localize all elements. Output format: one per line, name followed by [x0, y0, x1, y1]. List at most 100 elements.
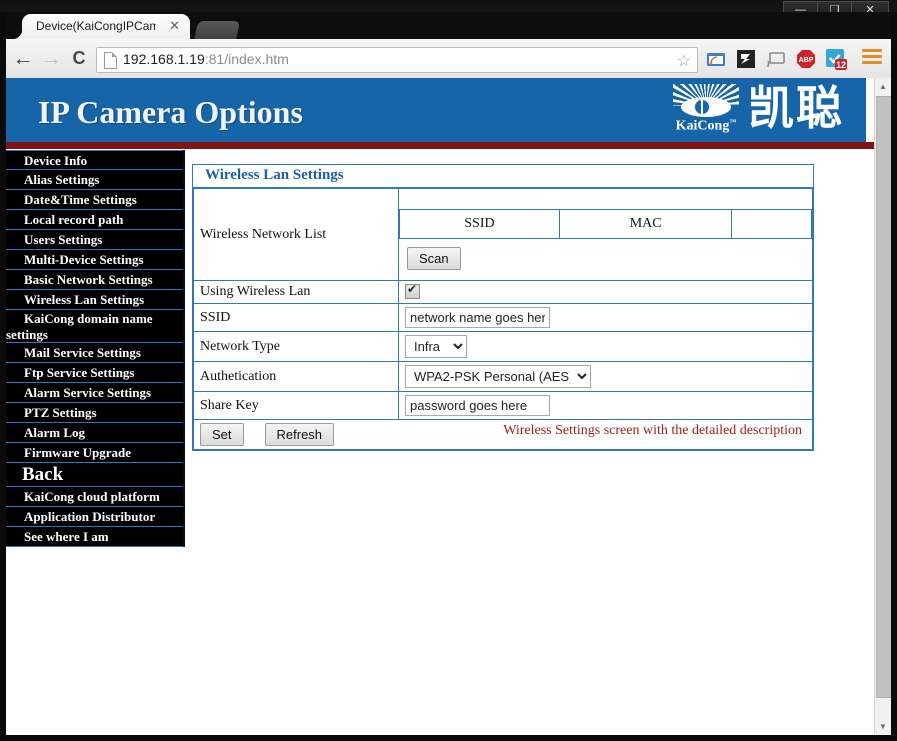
share-key-cell [398, 391, 813, 420]
scan-button[interactable]: Scan [407, 247, 461, 270]
table-row-actions: Set Refresh Wireless Settings screen wit… [193, 419, 813, 450]
ssid-label: SSID [193, 303, 399, 332]
sidebar-item-users-settings[interactable]: Users Settings [6, 230, 183, 250]
table-row-wireless-network-list: Wireless Network List SSID MAC Scan [193, 188, 813, 281]
sidebar-item-label: Wireless Lan Settings [24, 292, 145, 307]
sidebar-item-alias-settings[interactable]: Alias Settings [6, 170, 183, 190]
bookmark-star-icon[interactable]: ☆ [677, 51, 691, 71]
scroll-up-icon[interactable]: ▲ [875, 78, 891, 95]
evernote-extension-icon[interactable] [735, 48, 757, 70]
sidebar-item-alarm-service-settings[interactable]: Alarm Service Settings [6, 383, 183, 403]
sidebar-item-label: KaiCong cloud platform [24, 489, 160, 504]
new-tab-button[interactable] [193, 21, 241, 41]
sidebar-item-application-distributor[interactable]: Application Distributor [6, 507, 183, 527]
network-type-cell: Infra [398, 331, 813, 362]
sidebar-item-wireless-lan-settings[interactable]: Wireless Lan Settings [6, 290, 183, 310]
network-list-header-row: SSID MAC [399, 209, 812, 239]
tab-device-kaicongipcamera[interactable]: Device(KaiCongIPCamera) ✕ [10, 14, 190, 41]
back-arrow-icon[interactable]: ← [12, 48, 34, 70]
page-document-icon [104, 52, 117, 69]
using-wireless-lan-checkbox[interactable] [405, 282, 420, 300]
ssid-cell [398, 303, 813, 332]
page-banner: IP Camera Options KaiCong™ 凯聪 [6, 78, 866, 142]
sidebar-item-kaicong-domain-name[interactable]: KaiCong domain name settings [6, 310, 183, 343]
table-row-share-key: Share Key [193, 391, 813, 420]
sidebar-item-ftp-service-settings[interactable]: Ftp Service Settings [6, 363, 183, 383]
reload-icon[interactable]: C [68, 48, 90, 70]
browser-menu-icon[interactable] [862, 49, 882, 67]
adblock-plus-extension-icon[interactable]: ABP [795, 48, 817, 70]
forward-arrow-icon[interactable]: → [40, 48, 62, 70]
authentication-label: Authetication [193, 361, 399, 392]
authentication-select[interactable]: WPA2-PSK Personal (AES) [405, 365, 591, 388]
wireless-lan-settings-panel: Wireless Lan Settings Wireless Network L… [192, 164, 814, 451]
page-viewport: IP Camera Options KaiCong™ 凯聪 Device Inf… [6, 78, 881, 735]
sidebar-item-local-record-path[interactable]: Local record path [6, 210, 183, 230]
sidebar-item-label: Users Settings [24, 232, 103, 247]
scroll-down-icon[interactable]: ▼ [875, 718, 891, 735]
logo-chinese-characters: 凯聪 [748, 81, 844, 135]
logo-trademark: ™ [729, 118, 737, 127]
logo-name-text: KaiCong [675, 119, 730, 134]
tab-strip: Device(KaiCongIPCamera) ✕ [0, 12, 897, 41]
share-key-input[interactable] [405, 395, 550, 416]
url-path: :81/index.htm [204, 51, 289, 67]
vertical-scrollbar[interactable]: ▲ ▼ [874, 78, 892, 735]
authentication-cell: WPA2-PSK Personal (AES) [398, 361, 813, 392]
sidebar-item-kaicong-cloud-platform[interactable]: KaiCong cloud platform [6, 487, 183, 507]
browser-toolbar: ← → C 192.168.1.19:81/index.htm ☆ ABP 12 [0, 39, 897, 79]
sidebar-item-multi-device-settings[interactable]: Multi-Device Settings [6, 250, 183, 270]
share-key-label: Share Key [193, 391, 399, 420]
sidebar-item-see-where-i-am[interactable]: See where I am [6, 527, 183, 547]
sidebar-item-basic-network-settings[interactable]: Basic Network Settings [6, 270, 183, 290]
wireless-network-list-label: Wireless Network List [193, 188, 399, 281]
sidebar-item-label: Application Distributor [24, 509, 156, 524]
sidebar-item-device-info[interactable]: Device Info [6, 150, 183, 170]
window-frame-right [891, 14, 897, 741]
sidebar-item-date-time-settings[interactable]: Date&Time Settings [6, 190, 183, 210]
actions-cell: Set Refresh Wireless Settings screen wit… [193, 419, 813, 450]
sidebar-item-mail-service-settings[interactable]: Mail Service Settings [6, 343, 183, 363]
address-bar[interactable]: 192.168.1.19:81/index.htm ☆ [96, 47, 698, 73]
sidebar-item-back[interactable]: Back [6, 463, 183, 487]
table-row-ssid: SSID [193, 303, 813, 332]
ssid-input[interactable] [405, 307, 550, 328]
sidebar-item-firmware-upgrade[interactable]: Firmware Upgrade [6, 443, 183, 463]
tab-close-icon[interactable]: ✕ [169, 18, 180, 34]
sidebar-item-label-line2: settings [6, 327, 48, 342]
sidebar-item-label: PTZ Settings [24, 405, 97, 420]
sidebar-item-label: Ftp Service Settings [24, 365, 135, 380]
sidebar-item-ptz-settings[interactable]: PTZ Settings [6, 403, 183, 423]
network-list-table: SSID MAC [399, 189, 812, 239]
window-frame-left [0, 14, 6, 741]
sidebar-item-label: Basic Network Settings [24, 272, 153, 287]
set-button[interactable]: Set [200, 423, 244, 446]
sidebar-item-label: Firmware Upgrade [24, 445, 131, 460]
sidebar-item-label: See where I am [24, 529, 109, 544]
sidebar-item-label: Back [22, 464, 64, 485]
logo-globe-icon [694, 99, 710, 115]
sidebar-item-alarm-log[interactable]: Alarm Log [6, 423, 183, 443]
sidebar-item-label: Multi-Device Settings [24, 252, 144, 267]
table-row-network-type: Network Type Infra [193, 331, 813, 362]
folder-feed-extension-icon[interactable] [705, 48, 727, 70]
sidebar-item-label: Alias Settings [24, 172, 100, 187]
red-divider-bar [6, 142, 881, 149]
cast-extension-icon[interactable] [765, 48, 787, 70]
panel-title: Wireless Lan Settings [193, 165, 813, 188]
scan-button-wrap: Scan [399, 239, 812, 280]
main-content: Wireless Lan Settings Wireless Network L… [192, 164, 814, 451]
annotation-text: Wireless Settings screen with the detail… [503, 423, 802, 438]
page-title: IP Camera Options [38, 94, 303, 130]
tab-title: Device(KaiCongIPCamera) [36, 19, 156, 33]
sidebar-item-label: Date&Time Settings [24, 192, 137, 207]
kaicong-logo: KaiCong™ 凯聪 [666, 80, 866, 140]
network-type-select[interactable]: Infra [405, 335, 467, 358]
scrollbar-thumb[interactable] [876, 96, 892, 698]
url-host: 192.168.1.19 [123, 51, 205, 67]
using-wireless-lan-label: Using Wireless Lan [193, 280, 399, 304]
checkmark-extension-icon[interactable]: 12 [825, 48, 847, 70]
refresh-button[interactable]: Refresh [264, 423, 335, 446]
network-type-label: Network Type [193, 331, 399, 362]
sidebar-nav: Device Info Alias Settings Date&Time Setti… [6, 150, 185, 547]
